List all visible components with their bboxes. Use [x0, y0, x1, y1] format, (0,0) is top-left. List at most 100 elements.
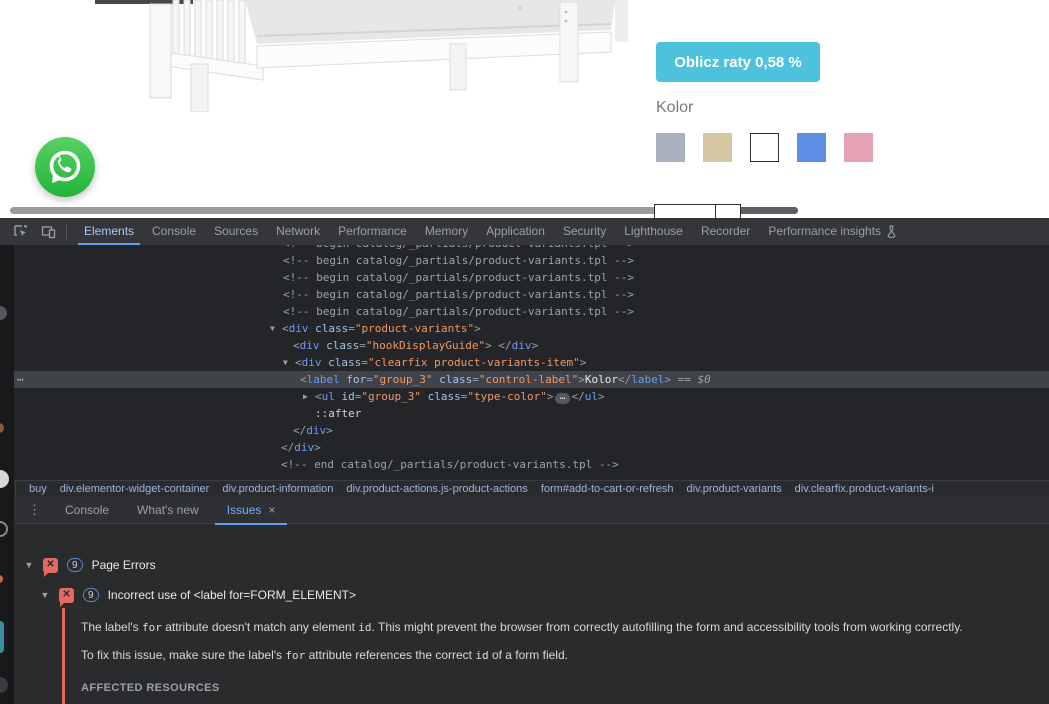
code-line[interactable]: <!-- begin catalog/_partials/product-var…: [14, 269, 1049, 286]
issue-row[interactable]: ▼ ✕ 9 Incorrect use of <label for=FORM_E…: [40, 583, 356, 607]
text: attribute references the correct: [305, 648, 476, 662]
code-token: == $0: [670, 373, 711, 386]
swatch-beige[interactable]: [703, 133, 732, 162]
expand-triangle-icon[interactable]: ▼: [24, 560, 34, 570]
tree-down-arrow-icon[interactable]: ▼: [270, 320, 275, 337]
tab-application[interactable]: Application: [477, 218, 554, 245]
code-token: <!-- begin catalog/_partials/product-var…: [283, 288, 634, 301]
code-token: class: [315, 322, 349, 335]
code-token: ::after: [315, 407, 362, 420]
code-line[interactable]: <!-- begin catalog/_partials/product-var…: [14, 252, 1049, 269]
code-token: ul: [321, 390, 335, 403]
code-token: =: [348, 322, 355, 335]
drawer-menu-icon[interactable]: ⋮: [28, 502, 41, 518]
tab-elements[interactable]: Elements: [75, 218, 143, 245]
code-token: <!-- begin catalog/_partials/product-var…: [283, 254, 634, 267]
code-line[interactable]: <div class="hookDisplayGuide"> </div>: [14, 337, 1049, 354]
issue-group-row[interactable]: ▼ ✕ 9 Page Errors: [24, 553, 156, 577]
swatch-pink[interactable]: [844, 133, 873, 162]
breadcrumb-item[interactable]: div.elementor-widget-container: [60, 483, 210, 495]
issue-count-badge: 9: [67, 558, 83, 572]
devtools-tabbar-tabs: Elements Console Sources Network Performance…: [75, 218, 906, 245]
drawer-tabs: Console What's new Issues ×: [51, 497, 290, 525]
tab-console[interactable]: Console: [143, 218, 205, 245]
tab-memory[interactable]: Memory: [416, 218, 477, 245]
swatch-gray[interactable]: [656, 133, 685, 162]
quantity-box[interactable]: [654, 204, 741, 219]
horizontal-scrollbar-end[interactable]: [740, 207, 798, 214]
tab-label: Console: [65, 503, 110, 517]
code-line[interactable]: <!-- end catalog/_partials/product-varia…: [14, 456, 1049, 473]
drawer-tab-what-s-new[interactable]: What's new: [123, 497, 213, 524]
code-token: <: [282, 322, 289, 335]
drawer-tab-console[interactable]: Console: [51, 497, 123, 524]
code-token: div: [299, 339, 320, 352]
issue-group-label: Page Errors: [91, 558, 156, 572]
code-line[interactable]: ▼ <div class="product-variants">: [14, 320, 1049, 337]
flask-icon: [886, 225, 897, 238]
breadcrumb-item[interactable]: div.clearfix.product-variants-i: [795, 483, 934, 495]
breadcrumb-item[interactable]: buy: [29, 483, 47, 495]
code-line[interactable]: ::after: [14, 405, 1049, 422]
drawer-tab-issues[interactable]: Issues ×: [213, 497, 290, 525]
tab-security[interactable]: Security: [554, 218, 615, 245]
color-swatches: [656, 133, 873, 162]
code-line[interactable]: <!-- begin catalog/_partials/product-var…: [14, 303, 1049, 320]
elements-breadcrumbs: ◀ buydiv.elementor-widget-containerdiv.p…: [0, 480, 1049, 497]
tab-lighthouse[interactable]: Lighthouse: [615, 218, 692, 245]
issue-fix-hint: To fix this issue, make sure the label's…: [81, 648, 1045, 662]
code-token: <: [293, 339, 300, 352]
code-token: <: [315, 390, 322, 403]
expand-triangle-icon[interactable]: ▼: [40, 590, 50, 600]
code-token: </: [293, 424, 307, 437]
tab-network[interactable]: Network: [267, 218, 329, 245]
text: . This might prevent the browser from co…: [371, 620, 963, 634]
code-token: "product-variants": [354, 322, 475, 335]
code-token: >: [578, 373, 585, 386]
issue-detail: The label's for attribute doesn't match …: [62, 608, 1049, 704]
breadcrumb-item[interactable]: form#add-to-cart-or-refresh: [541, 483, 674, 495]
code-line[interactable]: ⋯ <label for="group_3" class="control-lab…: [14, 371, 1049, 388]
breadcrumb-item[interactable]: div.product-actions.js-product-actions: [346, 483, 527, 495]
tab-recorder[interactable]: Recorder: [692, 218, 759, 245]
breadcrumb-items: buy div.elementor-widget-container div.pro…: [16, 483, 934, 495]
tree-right-arrow-icon[interactable]: ▶: [303, 388, 308, 405]
code-line[interactable]: <!-- begin catalog/_partials/product-var…: [14, 286, 1049, 303]
tab-performance-insights[interactable]: Performance insights: [759, 218, 906, 245]
tab-label: Performance insights: [768, 224, 882, 238]
close-tab-icon[interactable]: ×: [268, 497, 275, 523]
code-token: for: [285, 649, 306, 662]
code-token: <!-- begin catalog/_partials/product-var…: [283, 305, 634, 318]
node-options-icon[interactable]: ⋯: [17, 371, 25, 388]
inspect-element-icon[interactable]: [12, 224, 28, 240]
tab-performance[interactable]: Performance: [329, 218, 416, 245]
tab-label: Recorder: [700, 224, 751, 238]
expand-children-button[interactable]: …: [555, 392, 570, 404]
swatch-blue[interactable]: [797, 133, 826, 162]
code-token: div: [511, 339, 532, 352]
code-line[interactable]: ▶ <ul id="group_3" class="type-color">… </…: [14, 388, 1049, 405]
code-line[interactable]: ▼ <div class="clearfix product-variants-i…: [14, 354, 1049, 371]
device-toolbar-icon[interactable]: [40, 224, 56, 240]
code-token: id: [341, 390, 355, 403]
tree-down-arrow-icon[interactable]: ▼: [283, 354, 288, 371]
installment-calculator-button[interactable]: Oblicz raty 0,58 %: [656, 42, 820, 82]
code-token: "control-label": [478, 373, 579, 386]
code-line[interactable]: </div>: [14, 439, 1049, 456]
tab-label: Elements: [84, 224, 135, 238]
tab-label: Console: [152, 224, 197, 238]
code-line[interactable]: <!-- begin catalog/_partials/product-var…: [14, 245, 1049, 252]
breadcrumb-item[interactable]: div.product-variants: [686, 483, 781, 495]
code-line[interactable]: </div>: [14, 422, 1049, 439]
tab-sources[interactable]: Sources: [205, 218, 267, 245]
code-token: <: [295, 356, 302, 369]
whatsapp-button[interactable]: [35, 137, 95, 197]
left-edge-strip: [0, 245, 14, 704]
breadcrumb-item[interactable]: div.product-information: [222, 483, 333, 495]
code-token: </: [498, 339, 512, 352]
toolbar-divider: [66, 223, 67, 240]
code-token: =: [366, 373, 373, 386]
swatch-white[interactable]: [750, 133, 779, 162]
